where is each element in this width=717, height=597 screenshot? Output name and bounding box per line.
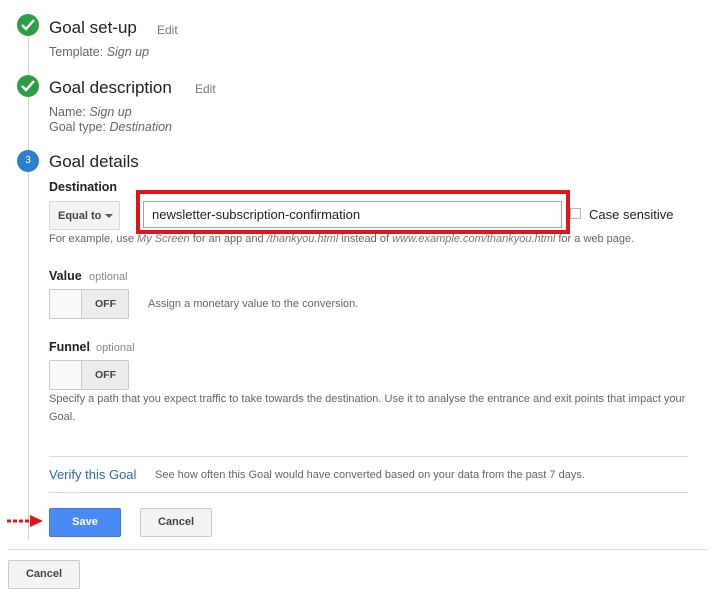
funnel-optional-tag: optional <box>96 342 135 354</box>
goal-type-value: Destination <box>109 120 173 134</box>
case-sensitive-checkbox[interactable] <box>570 208 581 219</box>
divider <box>49 492 688 493</box>
hint-example: www.example.com/thankyou.html <box>392 233 556 245</box>
goal-type-detail: Goal type: Destination <box>49 120 172 134</box>
toggle-knob <box>50 290 82 318</box>
template-value: Sign up <box>106 45 150 59</box>
hint-text: instead of <box>341 233 390 245</box>
edit-goal-description-link[interactable]: Edit <box>195 82 216 96</box>
timeline-connector <box>28 172 29 540</box>
case-sensitive-label: Case sensitive <box>589 207 674 222</box>
goal-name-detail: Name: Sign up <box>49 105 132 119</box>
cancel-button[interactable]: Cancel <box>140 508 212 537</box>
outer-cancel-button[interactable]: Cancel <box>8 560 80 589</box>
goal-type-label: Goal type: <box>49 120 106 134</box>
red-arrow-annotation-icon <box>7 515 43 527</box>
funnel-toggle[interactable]: OFF <box>49 360 129 390</box>
step-complete-check-icon <box>17 14 39 36</box>
verify-goal-link[interactable]: Verify this Goal <box>49 467 136 482</box>
destination-hint: For example, use My Screen for an app an… <box>49 233 634 245</box>
hint-text: for a web page. <box>558 233 635 245</box>
step-number-badge: 3 <box>17 150 39 172</box>
divider <box>8 549 708 550</box>
value-label: Value <box>49 269 82 283</box>
hint-text: for an app and <box>192 233 264 245</box>
value-description: Assign a monetary value to the conversio… <box>148 298 359 310</box>
step-title-goal-details: Goal details <box>49 152 139 171</box>
match-type-value: Equal to <box>58 210 102 222</box>
value-toggle[interactable]: OFF <box>49 289 129 319</box>
edit-goal-setup-link[interactable]: Edit <box>157 23 178 37</box>
match-type-dropdown[interactable]: Equal to <box>49 201 120 230</box>
step-complete-check-icon <box>17 75 39 97</box>
goal-name-label: Name: <box>49 105 86 119</box>
save-button[interactable]: Save <box>49 508 121 537</box>
toggle-knob <box>50 361 82 389</box>
hint-text: For example, use <box>49 233 134 245</box>
funnel-description: Specify a path that you expect traffic t… <box>49 393 686 423</box>
hint-example: /thankyou.html <box>266 233 339 245</box>
chevron-down-icon <box>105 214 113 218</box>
timeline-connector <box>28 37 29 77</box>
step-title-goal-description: Goal description <box>49 78 172 97</box>
destination-input[interactable] <box>143 201 562 228</box>
value-optional-tag: optional <box>89 271 128 283</box>
verify-description: See how often this Goal would have conve… <box>155 469 585 481</box>
step-title-goal-setup: Goal set-up <box>49 18 137 37</box>
hint-example: My Screen <box>137 233 190 245</box>
divider <box>49 456 688 457</box>
template-detail: Template: Sign up <box>49 45 149 59</box>
value-toggle-state: OFF <box>95 298 116 310</box>
template-label: Template: <box>49 45 104 59</box>
funnel-toggle-state: OFF <box>95 369 116 381</box>
destination-label: Destination <box>49 180 118 194</box>
goal-name-value: Sign up <box>89 105 132 119</box>
funnel-label: Funnel <box>49 340 90 354</box>
timeline-connector <box>28 97 29 150</box>
